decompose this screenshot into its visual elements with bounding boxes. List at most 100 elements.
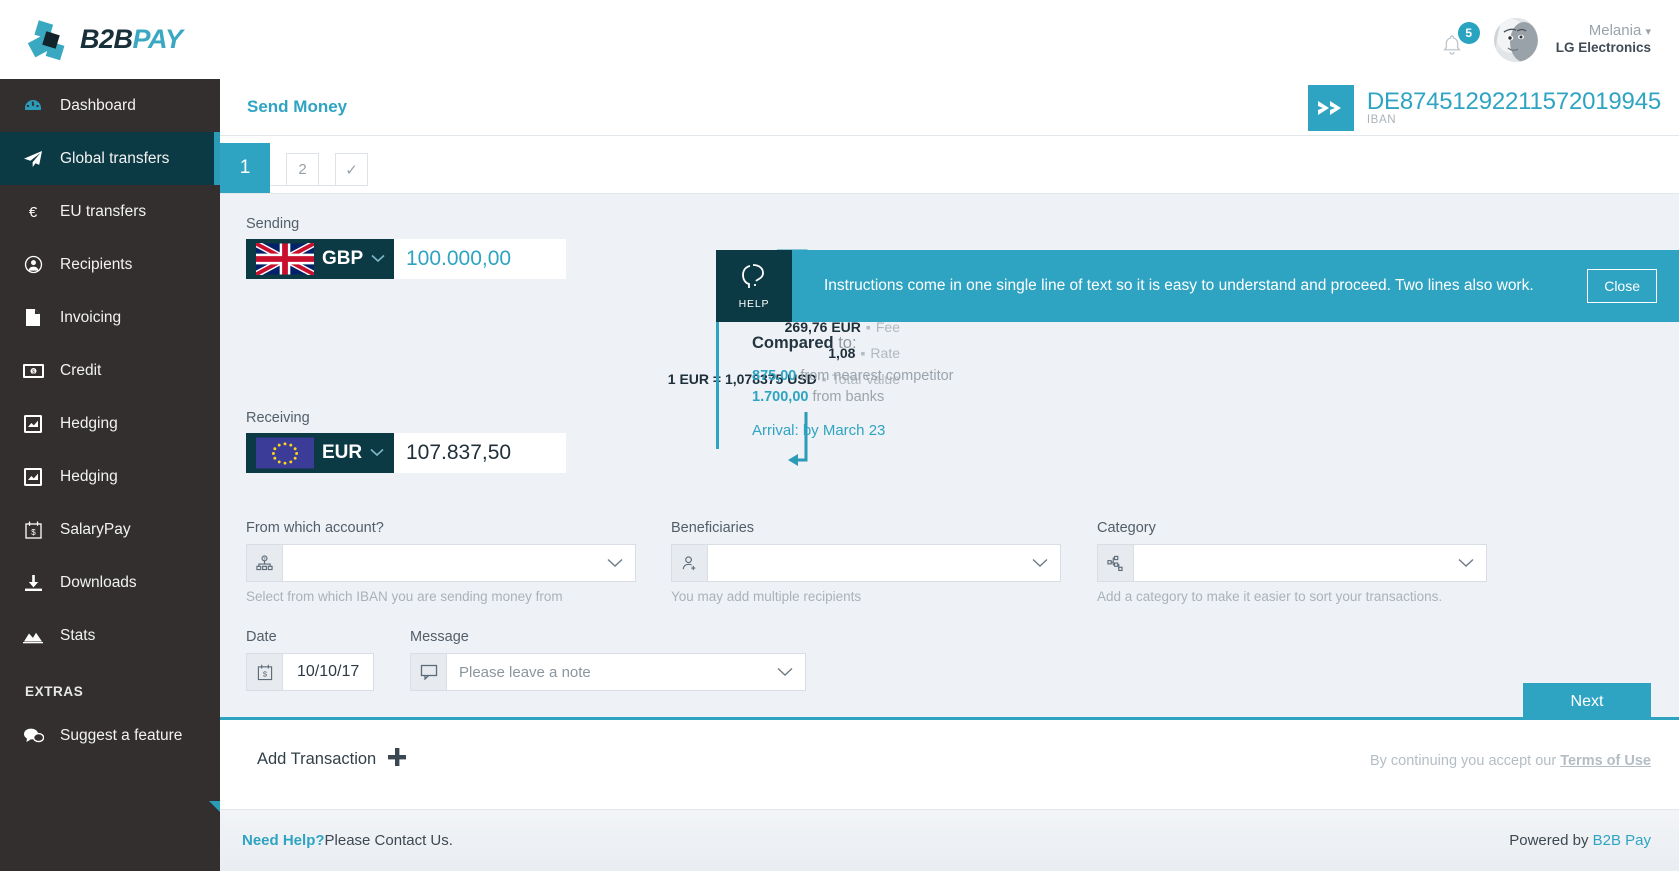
comparison-amount: 875,00 — [752, 368, 796, 384]
category-select-row — [1097, 544, 1487, 582]
powered-by: Powered by B2B Pay — [1509, 832, 1651, 849]
sidebar-item-global-transfers[interactable]: Global transfers — [0, 132, 220, 185]
calendar-money-icon: $ — [22, 519, 44, 541]
chat-bubbles-icon — [22, 725, 44, 747]
message-input[interactable]: Please leave a note — [446, 653, 806, 691]
next-button[interactable]: Next — [1523, 683, 1651, 720]
category-select[interactable] — [1133, 544, 1487, 582]
user-name-text: Melania — [1589, 22, 1642, 39]
terms-prefix: By continuing you accept our — [1370, 753, 1560, 769]
iban-meta: DE87451292211572019945 IBAN — [1367, 89, 1679, 126]
step-3[interactable]: ✓ — [335, 153, 368, 193]
avatar[interactable] — [1494, 18, 1538, 62]
sidebar-item-credit[interactable]: $ Credit — [0, 344, 220, 397]
beneficiaries-select[interactable] — [707, 544, 1061, 582]
sidebar-item-label: Hedging — [60, 415, 118, 433]
beneficiaries-field: Beneficiaries — [671, 520, 1061, 604]
sidebar-item-label: Stats — [60, 627, 95, 645]
sidebar-item-eu-transfers[interactable]: € EU transfers — [0, 185, 220, 238]
help-speech-icon — [741, 262, 767, 295]
comparison-title: Compared to: — [752, 334, 1276, 353]
chevron-down-icon — [777, 664, 793, 681]
chevron-down-icon — [607, 555, 623, 572]
comparison-title-rest: to: — [834, 334, 857, 352]
sidebar-item-label: Hedging — [60, 468, 118, 486]
b2bpay-logo-icon — [28, 17, 74, 63]
action-strip: Next Add Transaction By continu — [220, 717, 1679, 809]
user-organization: LG Electronics — [1556, 40, 1651, 57]
sidebar-item-label: EU transfers — [60, 203, 146, 221]
sidebar-item-hedging-1[interactable]: Hedging — [0, 397, 220, 450]
sidebar-item-dashboard[interactable]: Dashboard — [0, 79, 220, 132]
chevron-down-icon — [371, 250, 385, 268]
user-menu[interactable]: Melania ▾ LG Electronics — [1556, 22, 1653, 58]
add-transaction-button[interactable]: Add Transaction — [257, 747, 407, 772]
receiving-currency-select[interactable]: EUR — [246, 433, 394, 473]
arrival-row: Arrival: by March 23 — [752, 422, 1276, 439]
notifications-button[interactable]: 5 — [1442, 22, 1476, 58]
user-name: Melania ▾ — [1556, 22, 1651, 41]
download-icon — [22, 572, 44, 594]
arrival-label: Arrival: — [752, 422, 799, 439]
date-value: 10/10/17 — [297, 663, 359, 681]
category-label: Category — [1097, 520, 1487, 536]
message-row: Please leave a note — [410, 653, 806, 691]
step-1-box: 1 — [220, 143, 270, 193]
sidebar-item-downloads[interactable]: Downloads — [0, 556, 220, 609]
sidebar-item-label: Invoicing — [60, 309, 121, 327]
notification-badge: 5 — [1458, 22, 1480, 44]
sidebar-item-label: Downloads — [60, 574, 137, 592]
sending-group: Sending — [246, 216, 566, 279]
paper-plane-icon — [22, 148, 44, 170]
sidebar-item-label: Suggest a feature — [60, 727, 182, 745]
help-tag-label: HELP — [739, 298, 770, 310]
sidebar-notch — [209, 801, 220, 812]
help-banner: HELP Instructions come in one single lin… — [716, 250, 1679, 322]
comparison-row-banks: 1.700,00 from banks — [752, 389, 1276, 405]
close-help-button[interactable]: Close — [1587, 269, 1657, 303]
step-connector — [270, 185, 286, 186]
dashboard-icon — [22, 95, 44, 117]
step-1[interactable]: 1 — [220, 143, 270, 193]
date-input[interactable]: 10/10/17 — [282, 653, 374, 691]
calendar-icon: $ — [246, 653, 282, 691]
sending-currency-code: GBP — [322, 248, 363, 270]
iban-chip[interactable]: DE87451292211572019945 IBAN — [1308, 79, 1679, 136]
send-money-form: Sending — [220, 194, 1679, 809]
arrival-value: by March 23 — [799, 422, 886, 439]
receiving-amount-input[interactable] — [394, 433, 566, 473]
help-body: Instructions come in one single line of … — [792, 250, 1679, 322]
bank-account-icon: $ — [246, 544, 282, 582]
contact-text[interactable]: Please Contact Us. — [325, 832, 453, 849]
sidebar-item-salarypay[interactable]: $ SalaryPay — [0, 503, 220, 556]
sidebar-item-hedging-2[interactable]: Hedging — [0, 450, 220, 503]
sidebar: Dashboard Global transfers € EU transfer… — [0, 79, 220, 809]
chart-square-icon — [22, 466, 44, 488]
b2b-pay-link[interactable]: B2B Pay — [1593, 832, 1651, 849]
sidebar-item-stats[interactable]: Stats — [0, 609, 220, 662]
top-bar: B2BPAY 5 — [0, 0, 1679, 79]
category-nodes-icon — [1097, 544, 1133, 582]
need-help-link[interactable]: Need Help? — [242, 832, 325, 849]
message-placeholder: Please leave a note — [459, 664, 591, 681]
sidebar-item-recipients[interactable]: Recipients — [0, 238, 220, 291]
sidebar-item-suggest-a-feature[interactable]: Suggest a feature — [0, 709, 220, 762]
chevron-down-icon — [370, 444, 384, 462]
sending-currency-select[interactable]: GBP — [246, 239, 394, 279]
logo[interactable]: B2BPAY — [0, 17, 220, 63]
eu-flag-icon — [256, 437, 314, 469]
sending-amount-input[interactable] — [394, 239, 566, 279]
comparison-title-bold: Compared — [752, 334, 834, 352]
top-bar-right: 5 — [1442, 18, 1679, 62]
sidebar-item-invoicing[interactable]: Invoicing — [0, 291, 220, 344]
sidebar-item-label: Recipients — [60, 256, 132, 274]
terms-of-use-link[interactable]: Terms of Use — [1560, 753, 1651, 769]
account-select[interactable] — [282, 544, 636, 582]
iban-number: DE87451292211572019945 — [1367, 89, 1661, 114]
sending-label: Sending — [246, 216, 566, 232]
message-field: Message Please leave a note — [410, 629, 806, 691]
step-2[interactable]: 2 — [286, 153, 319, 193]
sidebar-item-label: Dashboard — [60, 97, 136, 115]
logo-text-b2b: B2B — [80, 24, 133, 54]
add-transaction-label: Add Transaction — [257, 750, 376, 769]
